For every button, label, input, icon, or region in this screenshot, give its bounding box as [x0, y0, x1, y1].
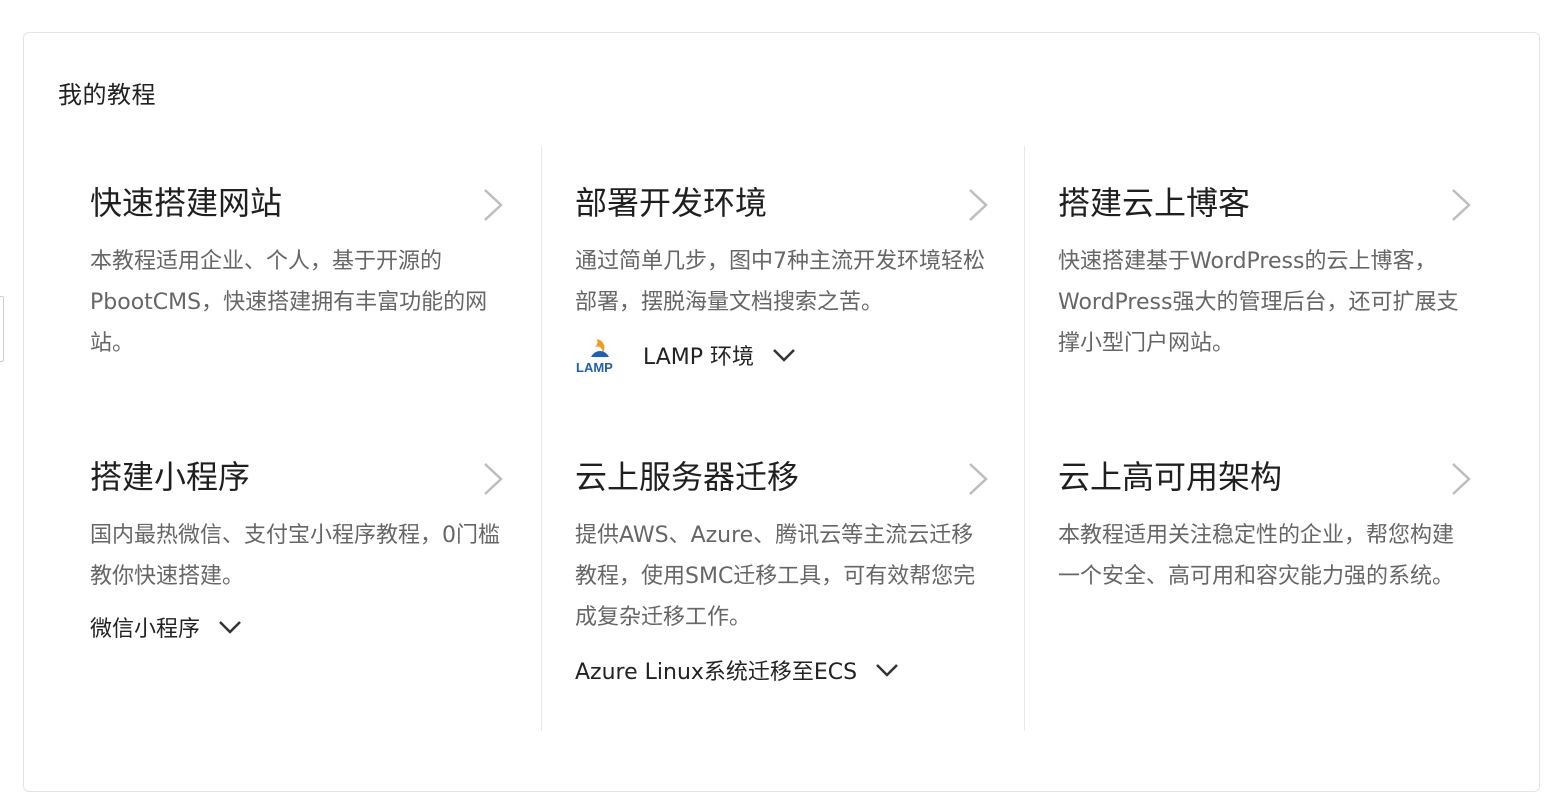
dropdown-label[interactable]: 微信小程序	[90, 611, 200, 643]
chevron-down-icon[interactable]	[772, 348, 796, 362]
chevron-right-icon[interactable]	[965, 461, 991, 497]
section-title: 我的教程	[58, 81, 156, 109]
card-description: 本教程适用关注稳定性的企业，帮您构建一个安全、高可用和容灾能力强的系统。	[1058, 523, 1455, 589]
card-description: 通过简单几步，图中7种主流开发环境轻松部署，摆脱海量文档搜索之苦。	[575, 249, 985, 315]
tutorial-card-mini-program[interactable]: 搭建小程序 国内最热微信、支付宝小程序教程，0门槛教你快速搭建。 微信小程序	[90, 455, 506, 643]
column-divider	[1024, 146, 1025, 731]
chevron-down-icon[interactable]	[218, 620, 242, 634]
tutorials-panel: 我的教程 快速搭建网站 本教程适用企业、个人，基于开源的PbootCMS，快速搭…	[23, 32, 1540, 792]
card-title[interactable]: 部署开发环境	[575, 181, 991, 225]
chevron-right-icon[interactable]	[480, 187, 506, 223]
svg-text:LAMP: LAMP	[576, 360, 613, 375]
card-title[interactable]: 云上服务器迁移	[575, 455, 991, 499]
dropdown-label[interactable]: Azure Linux系统迁移至ECS	[575, 654, 857, 686]
card-title[interactable]: 搭建小程序	[90, 455, 506, 499]
azure-migration-dropdown[interactable]: Azure Linux系统迁移至ECS	[575, 654, 991, 686]
lamp-logo-icon: LAMP	[576, 339, 613, 375]
card-title[interactable]: 快速搭建网站	[90, 181, 506, 225]
dropdown-label[interactable]: LAMP 环境	[643, 339, 754, 371]
card-description: 国内最热微信、支付宝小程序教程，0门槛教你快速搭建。	[90, 523, 500, 589]
card-description: 提供AWS、Azure、腾讯云等主流云迁移教程，使用SMC迁移工具，可有效帮您完…	[575, 523, 976, 630]
card-title[interactable]: 云上高可用架构	[1058, 455, 1474, 499]
card-description: 本教程适用企业、个人，基于开源的PbootCMS，快速搭建拥有丰富功能的网站。	[90, 249, 488, 356]
chevron-right-icon[interactable]	[1448, 187, 1474, 223]
card-description: 快速搭建基于WordPress的云上博客，WordPress强大的管理后台，还可…	[1058, 249, 1459, 356]
tutorial-card-dev-env[interactable]: 部署开发环境 通过简单几步，图中7种主流开发环境轻松部署，摆脱海量文档搜索之苦。…	[575, 181, 991, 375]
chevron-down-icon[interactable]	[875, 663, 899, 677]
chevron-right-icon[interactable]	[965, 187, 991, 223]
chevron-right-icon[interactable]	[1448, 461, 1474, 497]
column-divider	[541, 146, 542, 731]
lamp-env-dropdown[interactable]: LAMP LAMP 环境	[575, 335, 991, 375]
chevron-right-icon[interactable]	[480, 461, 506, 497]
tutorial-card-website[interactable]: 快速搭建网站 本教程适用企业、个人，基于开源的PbootCMS，快速搭建拥有丰富…	[90, 181, 506, 364]
card-title[interactable]: 搭建云上博客	[1058, 181, 1474, 225]
side-drawer-handle[interactable]	[0, 296, 4, 362]
tutorial-card-high-availability[interactable]: 云上高可用架构 本教程适用关注稳定性的企业，帮您构建一个安全、高可用和容灾能力强…	[1058, 455, 1474, 597]
tutorial-card-blog[interactable]: 搭建云上博客 快速搭建基于WordPress的云上博客，WordPress强大的…	[1058, 181, 1474, 364]
tutorial-card-migration[interactable]: 云上服务器迁移 提供AWS、Azure、腾讯云等主流云迁移教程，使用SMC迁移工…	[575, 455, 991, 686]
wechat-mini-program-dropdown[interactable]: 微信小程序	[90, 611, 506, 643]
